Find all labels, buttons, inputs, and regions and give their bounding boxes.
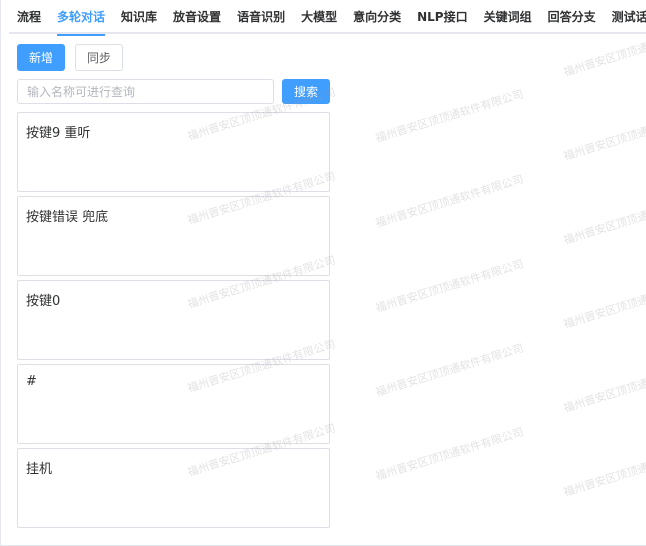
tab-nlp-interface[interactable]: NLP接口	[409, 0, 476, 34]
tab-keyword-groups[interactable]: 关键词组	[476, 0, 540, 34]
dialog-card-title: 按键9 重听	[26, 126, 91, 141]
tab-speech-recognition[interactable]: 语音识别	[229, 0, 293, 34]
search-button[interactable]: 搜索	[282, 79, 330, 104]
tab-intent-classification[interactable]: 意向分类	[345, 0, 409, 34]
tab-playback-settings[interactable]: 放音设置	[165, 0, 229, 34]
dialog-card[interactable]: 按键9 重听	[17, 112, 330, 192]
tab-test-script[interactable]: 测试话术	[604, 0, 646, 34]
add-button[interactable]: 新增	[17, 44, 65, 71]
tab-flow[interactable]: 流程	[9, 0, 49, 34]
dialog-card-title: 按键错误 兜底	[26, 210, 109, 225]
dialog-card[interactable]: 挂机	[17, 448, 330, 528]
dialog-card-title: 按键0	[26, 294, 61, 309]
tab-answer-branches[interactable]: 回答分支	[540, 0, 604, 34]
dialog-card[interactable]: 按键错误 兜底	[17, 196, 330, 276]
search-input[interactable]	[17, 79, 274, 104]
tab-knowledge-base[interactable]: 知识库	[113, 0, 165, 34]
tab-bar: 流程 多轮对话 知识库 放音设置 语音识别 大模型 意向分类 NLP接口 关键词…	[9, 0, 646, 36]
dialog-card[interactable]: #	[17, 364, 330, 444]
tab-large-model[interactable]: 大模型	[293, 0, 345, 34]
tab-multi-turn-dialog[interactable]: 多轮对话	[49, 0, 113, 36]
sync-button[interactable]: 同步	[75, 44, 123, 71]
dialog-card-title: 挂机	[26, 462, 53, 477]
dialog-card-title: #	[26, 374, 37, 389]
dialog-card[interactable]: 按键0	[17, 280, 330, 360]
